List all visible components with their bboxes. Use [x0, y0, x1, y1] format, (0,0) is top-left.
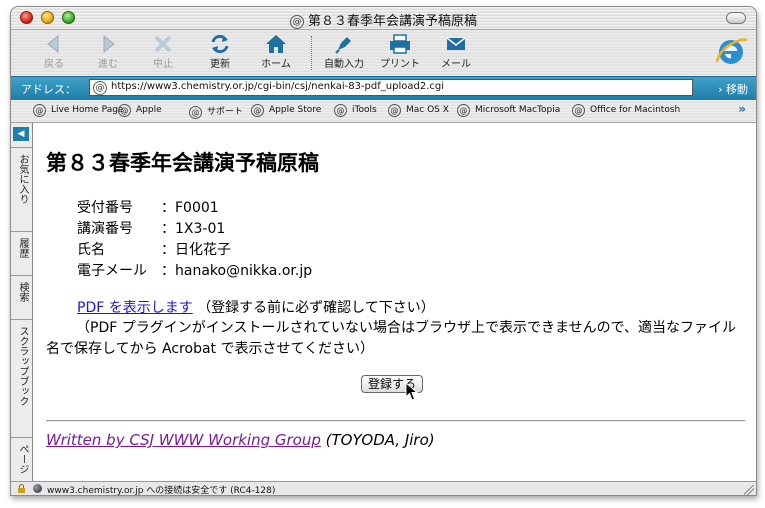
at-sign-icon: @: [189, 106, 202, 119]
favorite-live-home-page[interactable]: @ Live Home Page: [33, 104, 123, 117]
at-sign-icon: @: [289, 15, 304, 29]
footer-credit-link[interactable]: Written by CSJ WWW Working Group: [46, 431, 321, 449]
plugin-note: （PDF プラグインがインストールされていない場合はブラウザ上で表示できませんの…: [46, 320, 737, 357]
footer-author: (TOYODA, Jiro): [325, 431, 435, 449]
stop-button[interactable]: 中止: [138, 33, 188, 70]
explorer-bar: ◀ お気に入り 履歴 検索 スクラップブック ページ: [11, 123, 33, 481]
page-content: 第８３春季年会講演予稿原稿 受付番号 ：F0001 講演番号 ：1X3-01 氏名：…: [33, 123, 756, 481]
sidebar-tab-history[interactable]: 履歴: [11, 231, 32, 276]
favorite-microsoft-mactopia[interactable]: @ Microsoft MacTopia: [457, 104, 560, 117]
favorites-bar: @ Live Home Page @ Apple @ サポート @ Apple Stor…: [11, 100, 756, 123]
envelope-icon: [446, 37, 466, 50]
resize-grip-icon[interactable]: [744, 485, 754, 495]
status-text: www3.chemistry.or.jp への接続は安全です (RC4-128): [47, 486, 276, 496]
autofill-button[interactable]: 自動入力: [319, 33, 369, 70]
favorite-support[interactable]: @ サポート: [189, 104, 243, 119]
address-url[interactable]: https://www3.chemistry.or.jp/cgi-bin/csj…: [111, 81, 444, 92]
at-sign-icon: @: [251, 104, 264, 117]
sidebar-tab-search[interactable]: 検索: [11, 275, 32, 320]
printer-icon: [390, 34, 410, 54]
address-label: アドレス：: [21, 83, 76, 96]
toolbar-separator: [311, 36, 312, 70]
toolbar-toggle-button[interactable]: [726, 12, 746, 24]
at-sign-icon: @: [457, 104, 470, 117]
browser-window: @ 第８３春季年会講演予稿原稿 戻る 進む 中止 更新 ホーム 自動入力 プリン…: [10, 6, 757, 496]
sidebar-tab-favorites[interactable]: お気に入り: [11, 147, 32, 232]
refresh-button[interactable]: 更新: [195, 33, 245, 70]
at-sign-icon: @: [388, 104, 401, 117]
internet-explorer-logo-icon: [715, 38, 748, 64]
address-input[interactable]: @ https://www3.chemistry.or.jp/cgi-bin/c…: [89, 79, 693, 96]
lock-icon: [18, 484, 25, 493]
stop-x-icon: [154, 35, 172, 53]
sidebar-tab-page-holder[interactable]: ページ: [11, 437, 32, 482]
favorite-apple[interactable]: @ Apple: [118, 104, 162, 117]
explorer-bar-toggle-icon[interactable]: ◀: [13, 127, 29, 141]
pen-icon: [335, 37, 351, 54]
at-sign-icon: @: [334, 104, 347, 117]
sidebar-tab-scrapbook[interactable]: スクラップブック: [11, 319, 32, 438]
at-sign-icon: @: [93, 81, 107, 95]
pdf-line: PDF を表示します （登録する前に必ず確認して下さい）: [77, 297, 435, 317]
forward-arrow-icon: [103, 34, 115, 54]
favorite-office-for-macintosh[interactable]: @ Office for Macintosh: [572, 104, 680, 117]
show-pdf-link[interactable]: PDF を表示します: [77, 300, 193, 316]
at-sign-icon: @: [33, 104, 46, 117]
at-sign-icon: @: [118, 104, 131, 117]
favorite-itools[interactable]: @ iTools: [334, 104, 377, 117]
title-bar[interactable]: @ 第８３春季年会講演予稿原稿: [11, 7, 756, 30]
refresh-icon: [211, 34, 229, 54]
page-title: 第８３春季年会講演予稿原稿: [46, 151, 319, 175]
favorite-mac-os-x[interactable]: @ Mac OS X: [388, 104, 449, 117]
home-button[interactable]: ホーム: [251, 33, 301, 70]
pdf-confirm-note: （登録する前に必ず確認して下さい）: [197, 300, 435, 316]
toolbar: 戻る 進む 中止 更新 ホーム 自動入力 プリント メール: [11, 30, 756, 76]
globe-icon: [33, 484, 42, 493]
back-arrow-icon: [47, 34, 59, 54]
divider: [46, 420, 745, 422]
go-button[interactable]: › 移動: [718, 81, 748, 97]
home-icon: [266, 35, 286, 53]
favorite-apple-store[interactable]: @ Apple Store: [251, 104, 321, 117]
print-button[interactable]: プリント: [375, 33, 425, 70]
mouse-pointer-icon: [405, 382, 419, 401]
favorites-more-button[interactable]: »: [738, 102, 746, 116]
at-sign-icon: @: [572, 104, 585, 117]
mail-button[interactable]: メール: [431, 33, 481, 70]
address-bar: アドレス： @ https://www3.chemistry.or.jp/cgi…: [11, 76, 756, 101]
window-title: @ 第８３春季年会講演予稿原稿: [11, 10, 756, 29]
status-bar: www3.chemistry.or.jp への接続は安全です (RC4-128): [11, 481, 756, 496]
forward-button[interactable]: 進む: [83, 33, 133, 70]
back-button[interactable]: 戻る: [29, 33, 79, 70]
footer: Written by CSJ WWW Working Group (TOYODA…: [46, 431, 435, 449]
